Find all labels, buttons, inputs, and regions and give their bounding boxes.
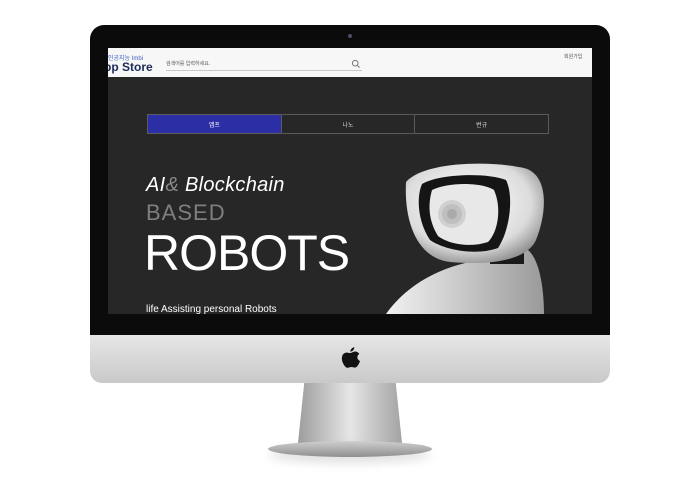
- signup-link[interactable]: 회원가입: [564, 53, 582, 60]
- hero-blockchain: Blockchain: [179, 174, 285, 196]
- search-input[interactable]: [166, 58, 362, 71]
- site-logo[interactable]: pp Store: [108, 60, 153, 74]
- monitor-stand-neck: [298, 383, 402, 443]
- category-tabs: 앱프 나노 번규: [147, 114, 549, 134]
- screen: 인공지능 Imbi pp Store 회원가입 앱프 나노 번규 AI& Blo…: [108, 48, 592, 314]
- search-icon[interactable]: [351, 59, 361, 69]
- apple-logo-icon: [341, 347, 360, 368]
- hero-tagline: life Assisting personal Robots: [146, 304, 277, 314]
- webcam-dot: [348, 34, 352, 38]
- monitor-stand-foot: [268, 441, 432, 457]
- tab-third[interactable]: 번규: [414, 115, 548, 133]
- site-header: 인공지능 Imbi pp Store 회원가입: [108, 48, 592, 77]
- hero-robots: ROBOTS: [144, 225, 350, 281]
- hero-based: BASED: [146, 200, 226, 225]
- hero-ai: AI: [146, 174, 166, 196]
- hero-line-ai-blockchain: AI& Blockchain: [146, 174, 285, 197]
- hero-ampersand: &: [165, 174, 180, 196]
- robot-image: [386, 163, 544, 314]
- tab-app[interactable]: 앱프: [148, 115, 281, 133]
- tab-nano[interactable]: 나노: [280, 115, 415, 133]
